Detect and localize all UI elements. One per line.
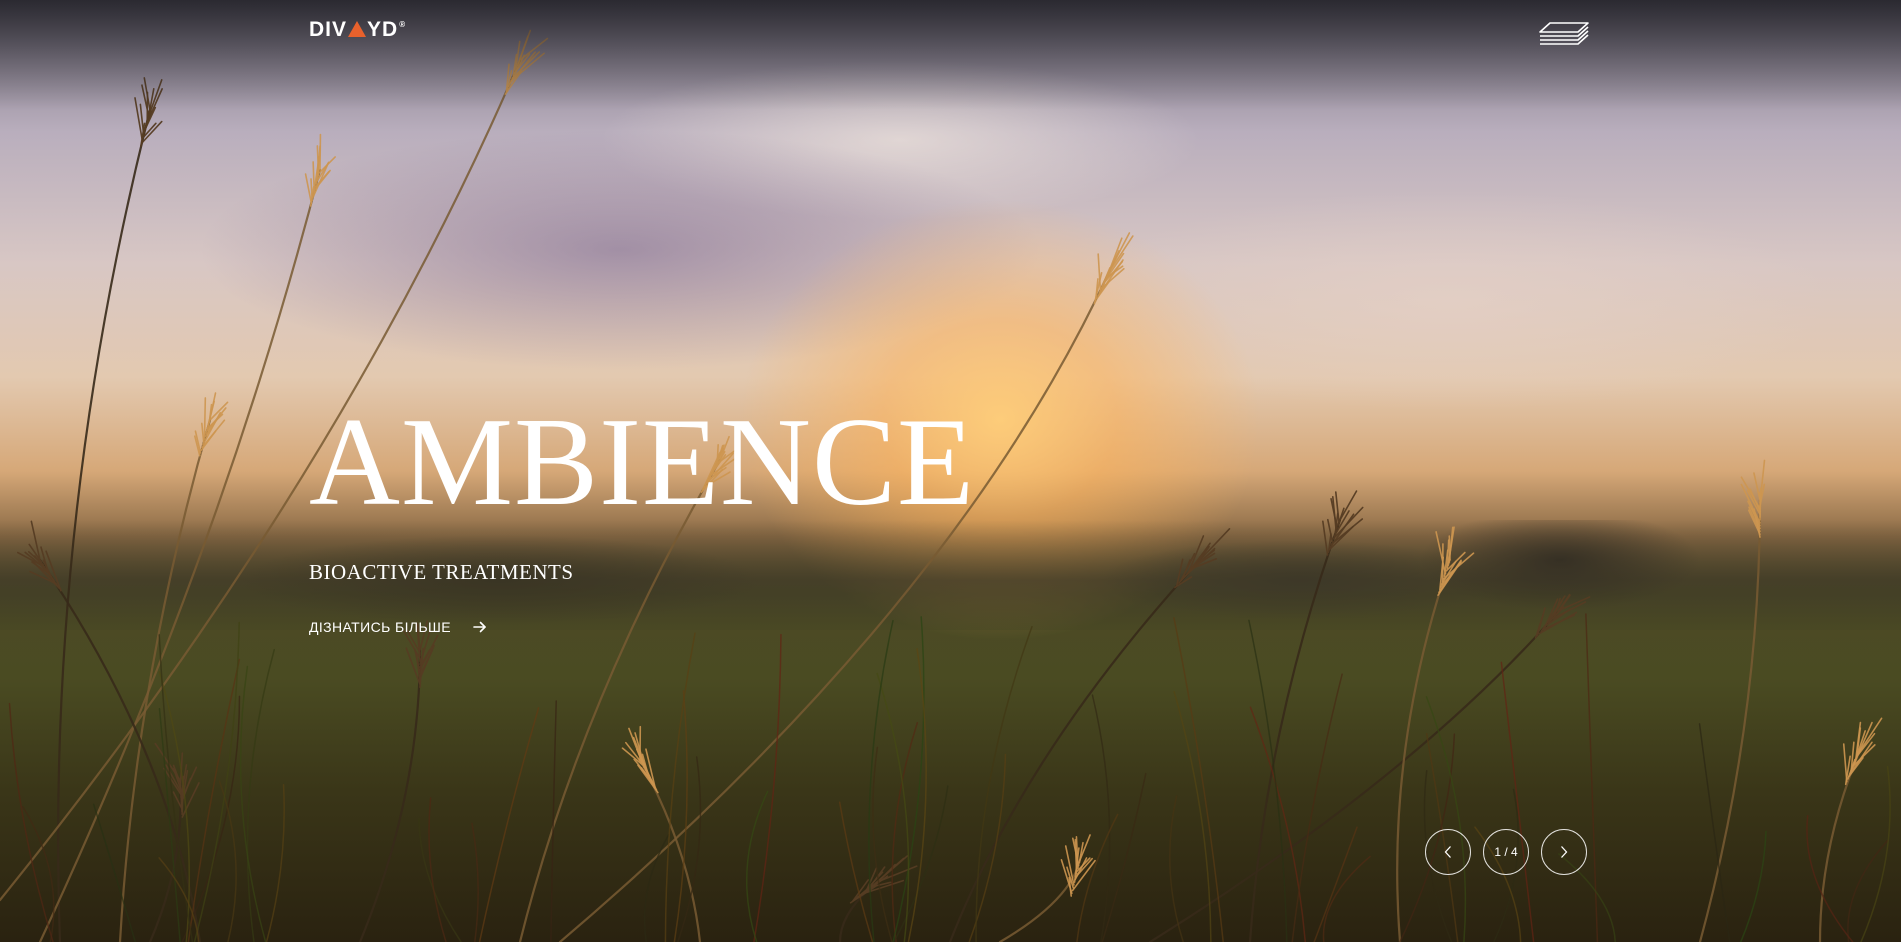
- brand-logo[interactable]: DIV YD ®: [309, 18, 407, 41]
- header-shade: [0, 0, 1901, 110]
- slide-title: AMBIENCE: [309, 393, 975, 532]
- slider-prev-button[interactable]: [1425, 829, 1471, 875]
- menu-button[interactable]: [1538, 20, 1590, 48]
- chevron-right-icon: [1561, 846, 1568, 858]
- logo-text-left: DIV: [309, 18, 348, 41]
- hero-slider: DIV YD ® AMBIENCE BIOACTIVE TREATMENTS Д…: [0, 0, 1901, 942]
- layers-icon: [1539, 22, 1589, 45]
- arrow-right-icon: [473, 621, 486, 633]
- slider-next-button[interactable]: [1541, 829, 1587, 875]
- learn-more-link[interactable]: ДІЗНАТИСЬ БІЛЬШЕ: [309, 619, 487, 635]
- logo-text-right: YD: [367, 18, 399, 41]
- logo-triangle-mark: [348, 21, 367, 37]
- slide-counter-text: 1 / 4: [1494, 845, 1518, 859]
- slide-subtitle: BIOACTIVE TREATMENTS: [309, 560, 574, 584]
- slide-counter: 1 / 4: [1483, 829, 1529, 875]
- chevron-left-icon: [1444, 846, 1451, 858]
- logo-registered-mark: ®: [399, 19, 407, 29]
- learn-more-label: ДІЗНАТИСЬ БІЛЬШЕ: [309, 619, 452, 635]
